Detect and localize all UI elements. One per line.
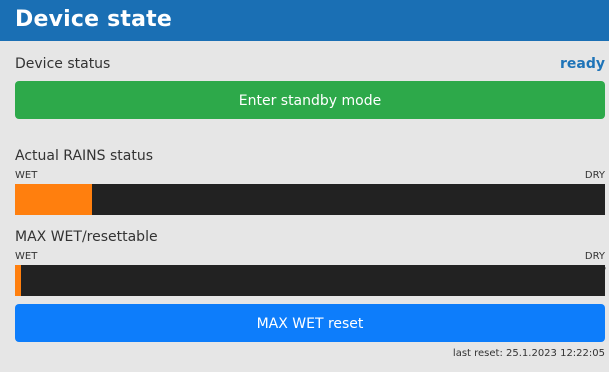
max-wet-title: MAX WET/resettable (15, 229, 158, 245)
slash-mark: / (601, 266, 606, 282)
panel-title: Device state (15, 7, 172, 32)
rains-status-fill (15, 184, 92, 215)
max-wet-wet-label: WET (15, 251, 38, 262)
device-status-row: Device status ready (15, 54, 605, 74)
max-wet-reset-button[interactable]: MAX WET reset (15, 304, 605, 342)
rains-scale: WET DRY (15, 169, 605, 183)
device-status-label: Device status (15, 56, 111, 72)
rains-status-title: Actual RAINS status (15, 148, 154, 164)
max-wet-dry-label: DRY (584, 251, 605, 262)
enter-standby-button[interactable]: Enter standby mode (15, 81, 605, 119)
rains-status-bar (15, 184, 605, 215)
rains-wet-label: WET (15, 170, 38, 181)
rains-dry-label: DRY (584, 170, 605, 181)
max-wet-fill (15, 265, 21, 296)
panel-header: Device state (0, 0, 609, 41)
device-status-value: ready (560, 56, 605, 72)
last-reset-text: last reset: 25.1.2023 12:22:05 (452, 348, 605, 359)
device-state-panel: Device state Device status ready Enter s… (0, 0, 609, 372)
max-wet-bar (15, 265, 605, 296)
max-wet-scale: WET DRY (15, 250, 605, 264)
